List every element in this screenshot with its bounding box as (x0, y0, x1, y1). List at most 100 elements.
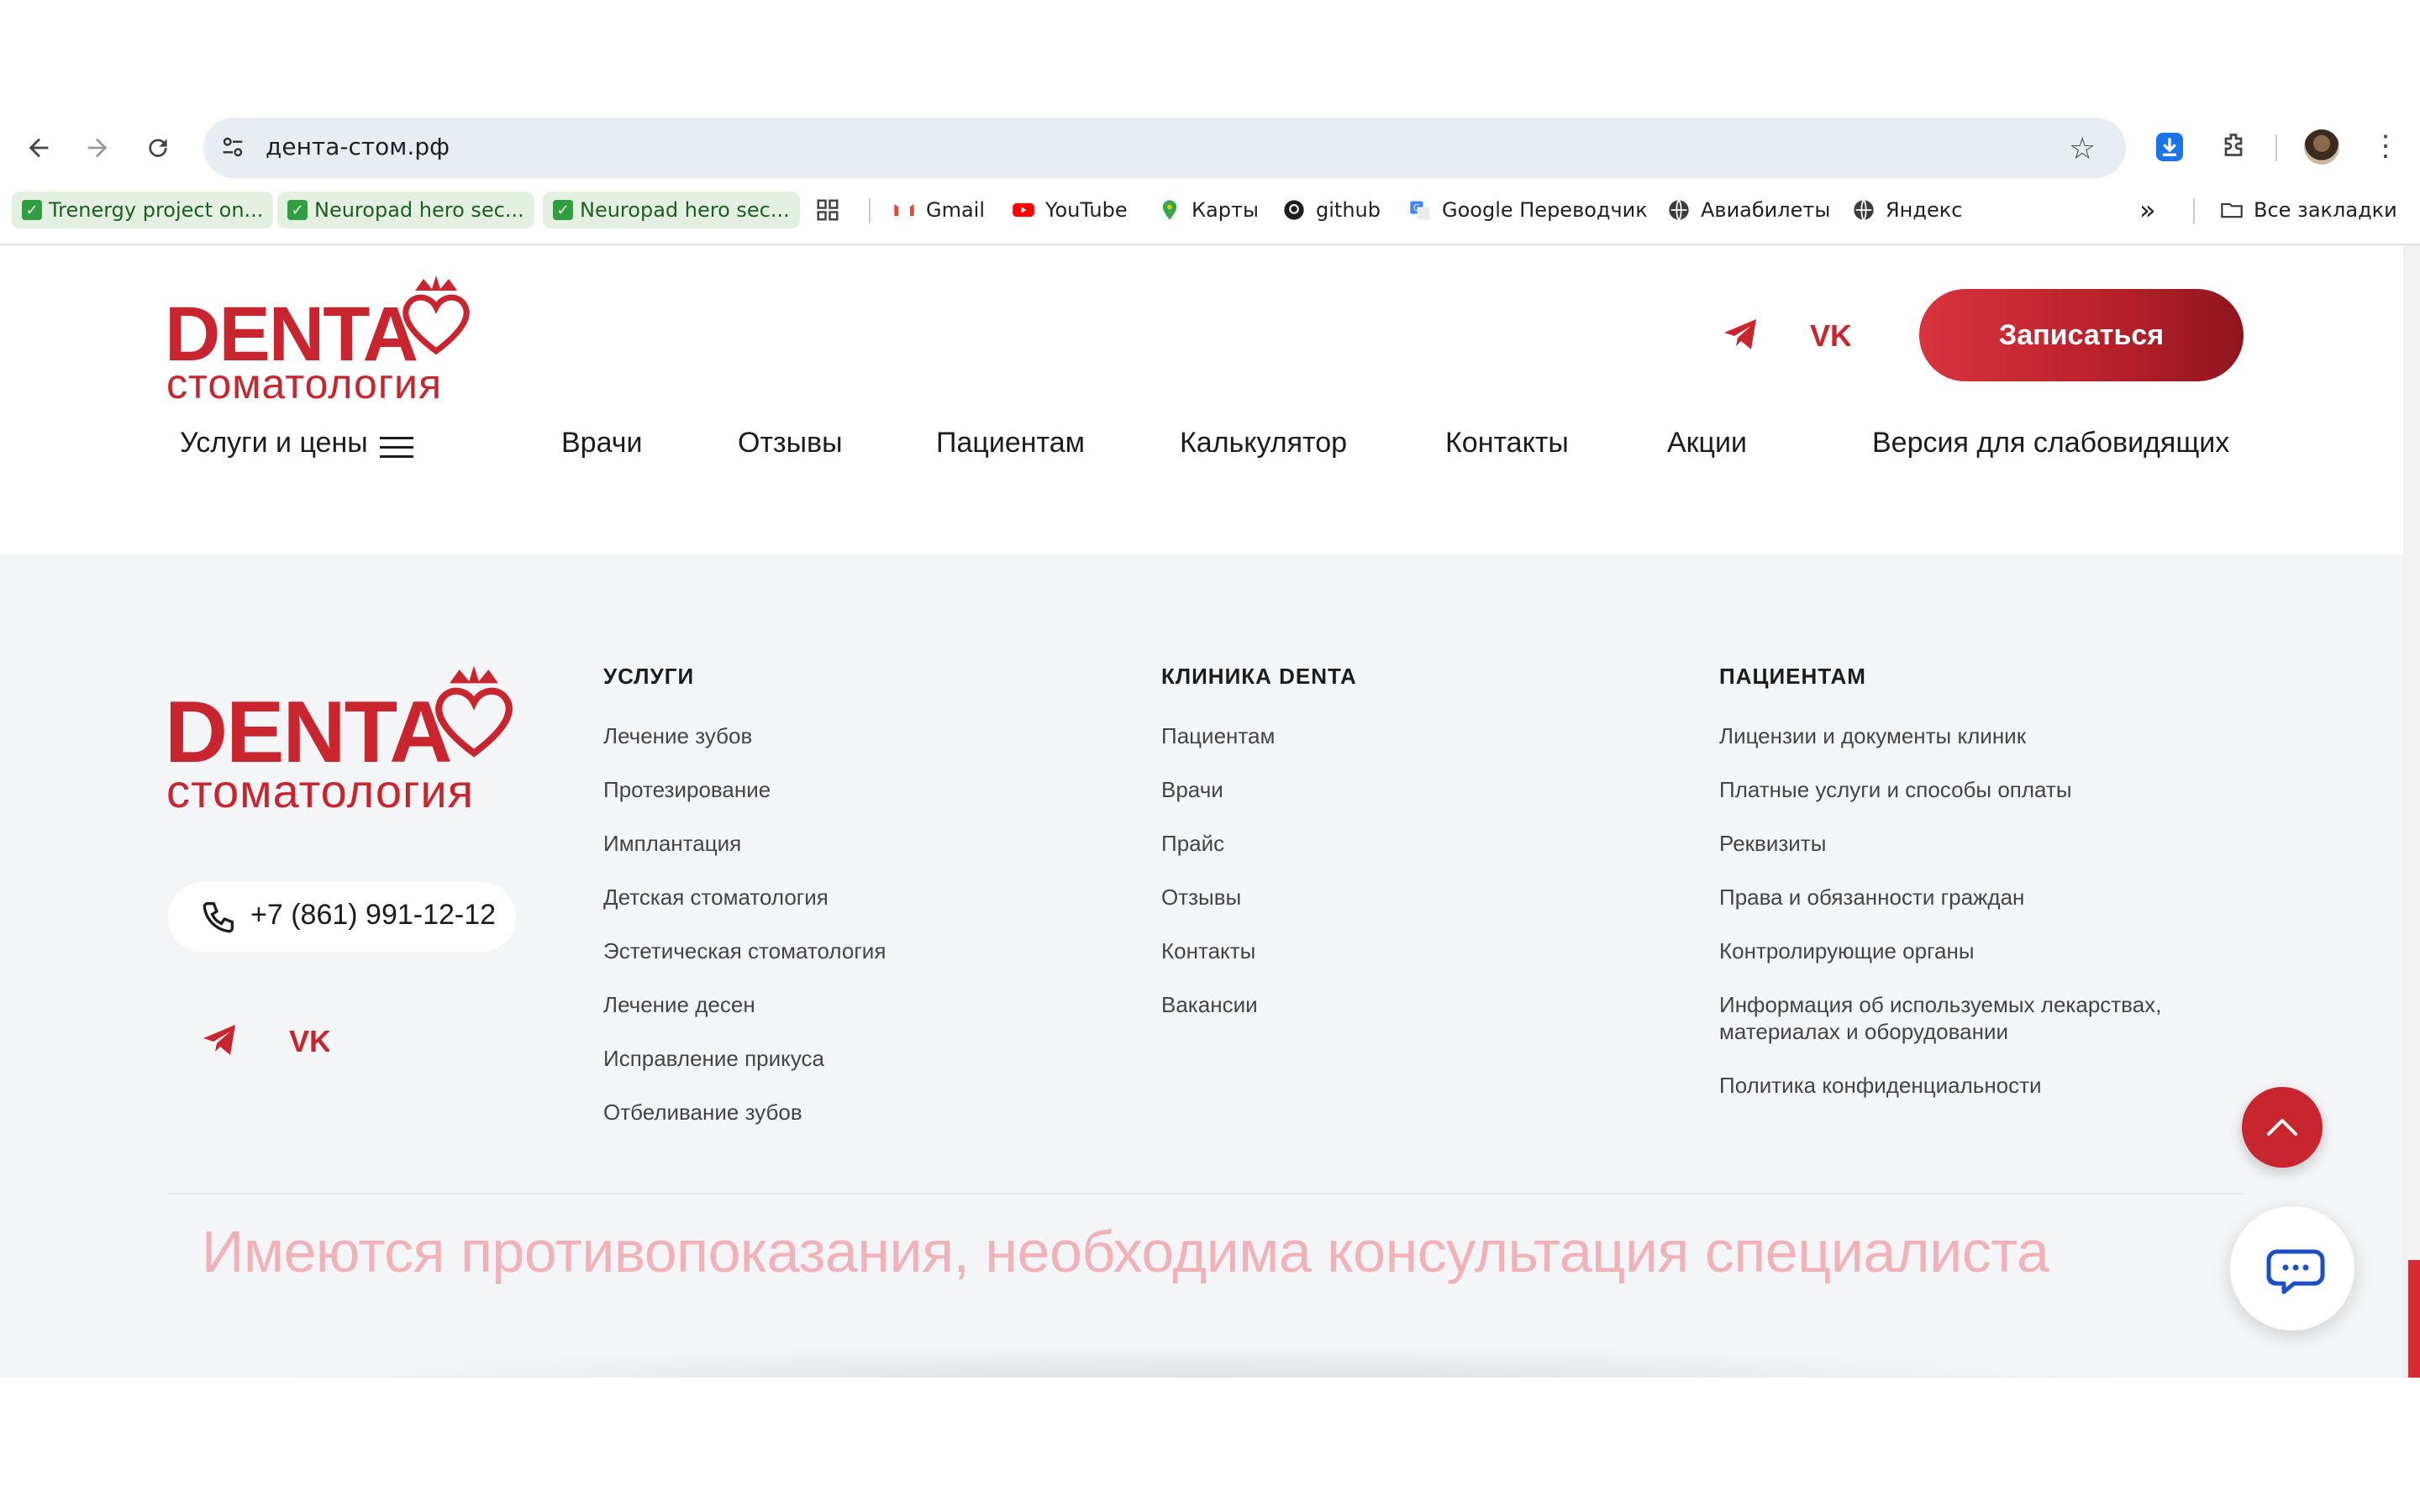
nav-calculator[interactable]: Калькулятор (1180, 427, 1347, 459)
checkmark-icon: ✓ (287, 200, 308, 220)
bookmark-label: Neuropad hero sec... (314, 198, 524, 222)
bookmark-gmail[interactable]: Gmail (892, 192, 985, 228)
bookmark-neuropad-2[interactable]: ✓ Neuropad hero sec... (543, 192, 800, 228)
apps-grid-icon (817, 199, 839, 221)
extensions-icon[interactable] (2218, 131, 2249, 169)
footer-logo-sub: стоматология (166, 764, 474, 817)
bookmark-maps[interactable]: Карты (1158, 192, 1259, 228)
telegram-icon[interactable] (200, 1020, 240, 1060)
bookmark-label: Neuropad hero sec... (580, 198, 790, 222)
footer-link[interactable]: Лечение десен (603, 991, 755, 1018)
footer-link[interactable]: Детская стоматология (603, 884, 829, 911)
forward-button[interactable] (79, 129, 116, 166)
bookmark-flights[interactable]: Авиабилеты (1667, 192, 1830, 228)
arrow-right-icon (87, 138, 108, 158)
book-appointment-button[interactable]: Записаться (1919, 289, 2244, 381)
footer-logo[interactable]: DENTA (165, 689, 452, 776)
crown-heart-icon (402, 276, 470, 355)
chat-widget-button[interactable] (2230, 1206, 2354, 1331)
bookmark-trenergy[interactable]: ✓ Trenergy project on... (12, 192, 274, 228)
phone-icon (203, 902, 234, 933)
bookmark-github[interactable]: github (1282, 192, 1381, 228)
url-text[interactable]: дента-стом.рф (266, 133, 450, 160)
footer-link[interactable]: Реквизиты (1719, 830, 1826, 857)
footer-link[interactable]: Имплантация (603, 830, 741, 857)
footer-link[interactable]: Политика конфиденциальности (1719, 1072, 2042, 1099)
footer-link[interactable]: Лечение зубов (603, 722, 752, 749)
disclaimer-text: Имеются противопоказания, необходима кон… (202, 1219, 2049, 1284)
all-bookmarks-button[interactable]: Все закладки (2220, 192, 2397, 228)
footer-link[interactable]: Вакансии (1161, 991, 1258, 1018)
crown-heart-icon (435, 665, 513, 758)
download-extension-icon[interactable] (2156, 133, 2183, 161)
page-scrollbar-track[interactable] (2403, 245, 2420, 1378)
footer-col-patients-title: ПАЦИЕНТАМ (1719, 664, 1866, 689)
footer-link[interactable]: Платные услуги и способы оплаты (1719, 776, 2072, 803)
footer-link[interactable]: Эстетическая стоматология (603, 937, 886, 964)
footer-link[interactable]: Врачи (1161, 776, 1223, 803)
puzzle-icon (2224, 134, 2243, 156)
footer-link[interactable]: Отзывы (1161, 884, 1241, 911)
vk-icon[interactable]: VK (289, 1020, 329, 1060)
svg-text:G: G (1413, 203, 1420, 213)
reload-button[interactable] (139, 129, 176, 166)
footer-link[interactable]: Протезирование (603, 776, 771, 803)
footer-link[interactable]: Контролирующие органы (1719, 937, 1975, 964)
header-logo-sub: стоматология (166, 360, 443, 407)
bottom-shadow (252, 1344, 2151, 1378)
youtube-icon (1013, 202, 1034, 218)
footer-link[interactable]: Лицензии и документы клиник (1719, 722, 2026, 749)
footer-link[interactable]: Контакты (1161, 937, 1255, 964)
phone-number[interactable]: +7 (861) 991-12-12 (250, 899, 496, 932)
nav-reviews[interactable]: Отзывы (738, 427, 843, 459)
chat-bubbles-icon (2266, 1249, 2325, 1294)
vk-icon[interactable]: VK (1810, 314, 1850, 354)
footer-col-services-title: УСЛУГИ (603, 664, 695, 689)
site-settings-icon[interactable] (220, 133, 245, 161)
nav-patients[interactable]: Пациентам (936, 427, 1085, 459)
telegram-icon[interactable] (1721, 314, 1761, 354)
footer-link[interactable]: Права и обязанности граждан (1719, 884, 2024, 911)
footer-link[interactable]: материалах и оборудовании (1719, 1018, 2008, 1045)
back-button[interactable] (20, 129, 57, 166)
apps-grid-button[interactable] (815, 192, 840, 228)
footer-link[interactable]: Исправление прикуса (603, 1045, 824, 1072)
footer-link[interactable]: Отбеливание зубов (603, 1099, 802, 1126)
checkmark-icon: ✓ (553, 200, 573, 220)
profile-avatar[interactable] (2304, 129, 2339, 165)
bookmarks-overflow-button[interactable]: » (2139, 192, 2156, 228)
toolbar-separator (2275, 134, 2277, 161)
footer-link[interactable]: Пациентам (1161, 722, 1275, 749)
reload-icon (149, 139, 167, 157)
chevron-up-icon (2267, 1119, 2297, 1136)
bookmark-label: Яндекс (1886, 198, 1963, 222)
nav-promotions[interactable]: Акции (1667, 427, 1747, 459)
nav-services[interactable]: Услуги и цены (180, 427, 368, 459)
hamburger-icon[interactable] (380, 437, 413, 459)
bookmarks-separator (2193, 198, 2195, 223)
bookmark-label: Google Переводчик (1442, 198, 1648, 222)
github-icon (1284, 200, 1304, 220)
scroll-to-top-button[interactable] (2242, 1087, 2323, 1168)
bookmark-star-icon[interactable]: ☆ (2069, 131, 2096, 166)
bookmark-label: YouTube (1045, 198, 1128, 222)
checkmark-icon: ✓ (22, 200, 42, 220)
page-scrollbar-thumb[interactable] (2408, 1260, 2420, 1378)
bookmark-label: github (1316, 198, 1381, 222)
bookmark-label: Trenergy project on... (49, 198, 264, 222)
nav-doctors[interactable]: Врачи (561, 427, 642, 459)
menu-kebab-icon[interactable]: ⋮ (2371, 129, 2400, 163)
bookmark-yandex[interactable]: Яндекс (1852, 192, 1962, 228)
svg-text:VK: VK (1810, 318, 1850, 353)
nav-low-vision[interactable]: Версия для слабовидящих (1872, 427, 2229, 459)
footer-link[interactable]: Прайс (1161, 830, 1224, 857)
bookmark-translate[interactable]: G Google Переводчик (1408, 192, 1648, 228)
screen: дента-стом.рф ☆ ⋮ ✓ Trenergy project on..… (0, 0, 2420, 1512)
bookmark-neuropad-1[interactable]: ✓ Neuropad hero sec... (277, 192, 534, 228)
bookmark-youtube[interactable]: YouTube (1012, 192, 1128, 228)
address-bar[interactable] (203, 118, 2126, 178)
globe-icon (1669, 199, 1689, 221)
footer-link[interactable]: Информация об используемых лекарствах, (1719, 991, 2161, 1018)
nav-contacts[interactable]: Контакты (1445, 427, 1569, 459)
bookmark-label: Карты (1192, 198, 1259, 222)
